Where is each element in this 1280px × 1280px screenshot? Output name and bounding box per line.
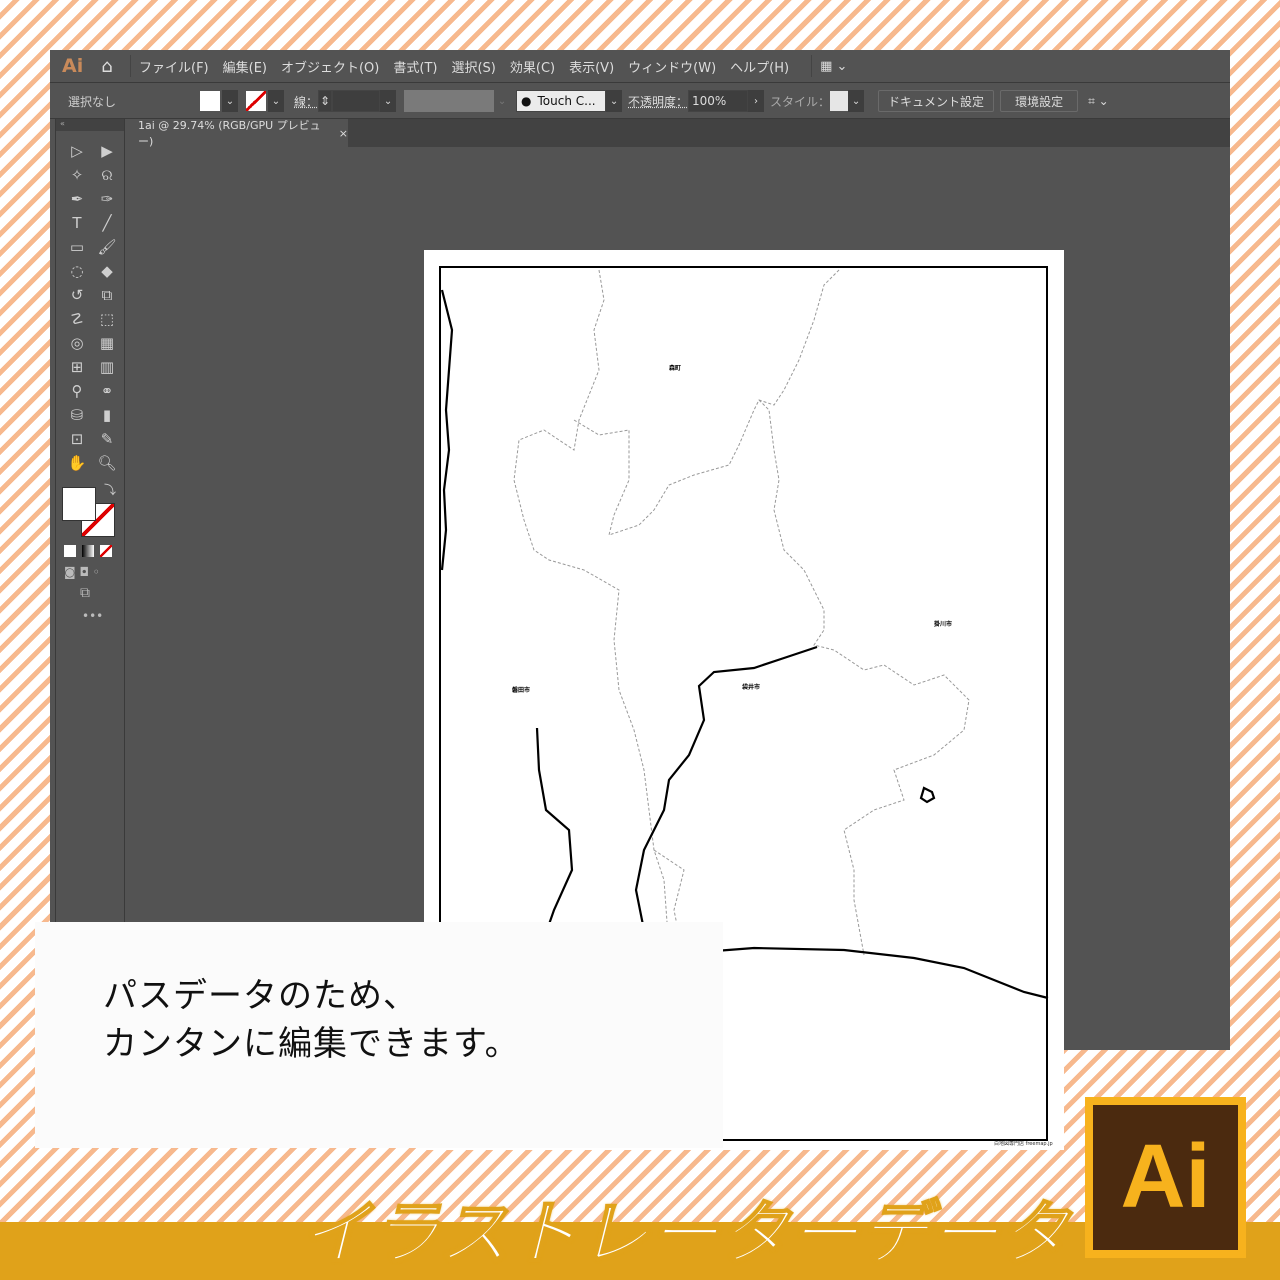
puppet-warp-tool-icon[interactable]: ☡ xyxy=(62,307,92,331)
opacity-input[interactable]: 100% xyxy=(688,90,749,112)
stroke-label[interactable]: 線： xyxy=(294,93,318,110)
tab-document[interactable]: 1ai @ 29.74% (RGB/GPU プレビュー) × xyxy=(126,119,348,148)
menu-object[interactable]: オブジェクト(O) xyxy=(281,57,379,76)
banner-title: イラストレーターデータ xyxy=(299,1192,1070,1276)
brush-name: Touch C... xyxy=(537,94,596,108)
brush-definition[interactable]: ● Touch C... xyxy=(516,90,607,112)
paintbrush-tool-icon[interactable]: 🖌 xyxy=(92,235,122,259)
mesh-tool-icon[interactable]: ⊞ xyxy=(62,355,92,379)
magic-wand-tool-icon[interactable]: ✧ xyxy=(62,163,92,187)
illustrator-logo: Ai xyxy=(1085,1097,1246,1258)
menu-type[interactable]: 書式(T) xyxy=(393,57,437,76)
home-icon[interactable]: ⌂ xyxy=(92,56,122,77)
menu-select[interactable]: 選択(S) xyxy=(451,57,495,76)
app-logo: Ai xyxy=(62,55,84,77)
curvature-tool-icon[interactable]: ✑ xyxy=(92,187,122,211)
illustrator-window: Ai ⌂ ファイル(F) 編集(E) オブジェクト(O) 書式(T) 選択(S)… xyxy=(50,50,1230,1150)
variable-width-profile[interactable] xyxy=(404,90,495,112)
draw-mode-icon[interactable]: ◙ ◘ ◦ xyxy=(56,565,124,579)
opacity-label[interactable]: 不透明度： xyxy=(628,93,688,110)
shape-builder-tool-icon[interactable]: ◎ xyxy=(62,331,92,355)
menu-help[interactable]: ヘルプ(H) xyxy=(730,57,789,76)
fill-dropdown[interactable]: ⌄ xyxy=(222,90,238,112)
fill-swatch[interactable] xyxy=(200,91,220,111)
stroke-weight-input[interactable] xyxy=(332,90,381,112)
promo-line-1: パスデータのため、 xyxy=(103,976,418,1016)
hand-tool-icon[interactable]: ✋ xyxy=(62,451,92,475)
zoom-tool-icon[interactable]: 🔍︎ xyxy=(92,451,122,475)
style-swatch[interactable] xyxy=(830,91,849,111)
menu-effect[interactable]: 効果(C) xyxy=(510,57,555,76)
artboard-tool-icon[interactable]: ⊡ xyxy=(62,427,92,451)
document-tabs: 1ai @ 29.74% (RGB/GPU プレビュー) × xyxy=(126,119,1230,148)
menu-window[interactable]: ウィンドウ(W) xyxy=(628,57,716,76)
close-icon[interactable]: × xyxy=(339,127,348,140)
brush-dropdown[interactable]: ⌄ xyxy=(606,90,623,112)
collapse-icon[interactable]: « xyxy=(56,119,124,131)
style-dropdown[interactable]: ⌄ xyxy=(848,90,865,112)
arrange-icon[interactable]: ⌗ ⌄ xyxy=(1088,94,1109,109)
map-credit: 白地図専門店 freemap.jp xyxy=(994,1141,1053,1147)
stroke-stepper[interactable]: ⇕ xyxy=(318,90,333,112)
none-mode-icon[interactable] xyxy=(100,545,112,557)
color-mode-icon[interactable] xyxy=(64,545,76,557)
line-tool-icon[interactable]: ╱ xyxy=(92,211,122,235)
preferences-button[interactable]: 環境設定 xyxy=(1000,90,1079,112)
slice-tool-icon[interactable]: ✎ xyxy=(92,427,122,451)
swap-colors-icon[interactable]: ⤵ xyxy=(104,481,116,498)
symbol-sprayer-tool-icon[interactable]: ⛁ xyxy=(62,403,92,427)
graph-tool-icon[interactable]: ▮ xyxy=(92,403,122,427)
stroke-dropdown[interactable]: ⌄ xyxy=(268,90,284,112)
eraser-tool-icon[interactable]: ◆ xyxy=(92,259,122,283)
perspective-grid-tool-icon[interactable]: ▦ xyxy=(92,331,122,355)
eyedropper-tool-icon[interactable]: ⚲ xyxy=(62,379,92,403)
menu-view[interactable]: 表示(V) xyxy=(569,57,614,76)
selection-tool-icon[interactable]: ▷ xyxy=(62,139,92,163)
menu-bar: Ai ⌂ ファイル(F) 編集(E) オブジェクト(O) 書式(T) 選択(S)… xyxy=(50,50,1230,83)
canvas[interactable]: 森町 掛川市 磐田市 袋井市 白地図専門店 freemap.jp xyxy=(127,147,1230,1150)
pen-tool-icon[interactable]: ✒ xyxy=(62,187,92,211)
style-label: スタイル： xyxy=(770,94,831,109)
rectangle-tool-icon[interactable]: ▭ xyxy=(62,235,92,259)
stroke-swatch[interactable] xyxy=(246,91,266,111)
gradient-mode-icon[interactable] xyxy=(82,545,94,557)
free-transform-tool-icon[interactable]: ⬚ xyxy=(92,307,122,331)
promo-text-box: パスデータのため、 カンタンに編集できます。 xyxy=(35,922,723,1148)
opacity-arrow[interactable]: › xyxy=(748,90,765,112)
more-tools-icon[interactable]: ••• xyxy=(56,609,124,623)
illustrator-logo-text: Ai xyxy=(1093,1105,1238,1250)
shaper-tool-icon[interactable]: ◌ xyxy=(62,259,92,283)
screen-mode-icon[interactable]: ⧉ xyxy=(56,585,124,601)
blend-tool-icon[interactable]: ⚭ xyxy=(92,379,122,403)
document-settings-button[interactable]: ドキュメント設定 xyxy=(878,90,995,112)
menu-file[interactable]: ファイル(F) xyxy=(139,57,209,76)
control-bar: 選択なし ⌄ ⌄ 線： ⇕ ⌄ ⌄ ● Touch C... ⌄ 不透明度： 100… xyxy=(50,84,1230,119)
type-tool-icon[interactable]: T xyxy=(62,211,92,235)
direct-selection-tool-icon[interactable]: ▶ xyxy=(92,139,122,163)
workspace-switcher-icon[interactable]: ▦ ⌄ xyxy=(820,59,847,74)
scale-tool-icon[interactable]: ⧉ xyxy=(92,283,122,307)
stroke-weight-dropdown[interactable]: ⌄ xyxy=(380,90,397,112)
promo-line-2: カンタンに編集できます。 xyxy=(103,1024,520,1064)
tab-title: 1ai @ 29.74% (RGB/GPU プレビュー) xyxy=(138,119,321,148)
selection-status: 選択なし xyxy=(68,94,117,109)
menu-edit[interactable]: 編集(E) xyxy=(223,57,267,76)
tools-panel: « ▷ ▶ ✧ ର ✒ ✑ T ╱ ▭ 🖌 ◌ ◆ ↺ ⧉ ☡ ⬚ ◎ ▦ ⊞ ▥ ⚲ ⚭ ⛁ ▮ ⊡ ✎… xyxy=(55,119,125,967)
rotate-tool-icon[interactable]: ↺ xyxy=(62,283,92,307)
fill-color-box[interactable] xyxy=(62,487,96,521)
lasso-tool-icon[interactable]: ର xyxy=(92,163,122,187)
gradient-tool-icon[interactable]: ▥ xyxy=(92,355,122,379)
